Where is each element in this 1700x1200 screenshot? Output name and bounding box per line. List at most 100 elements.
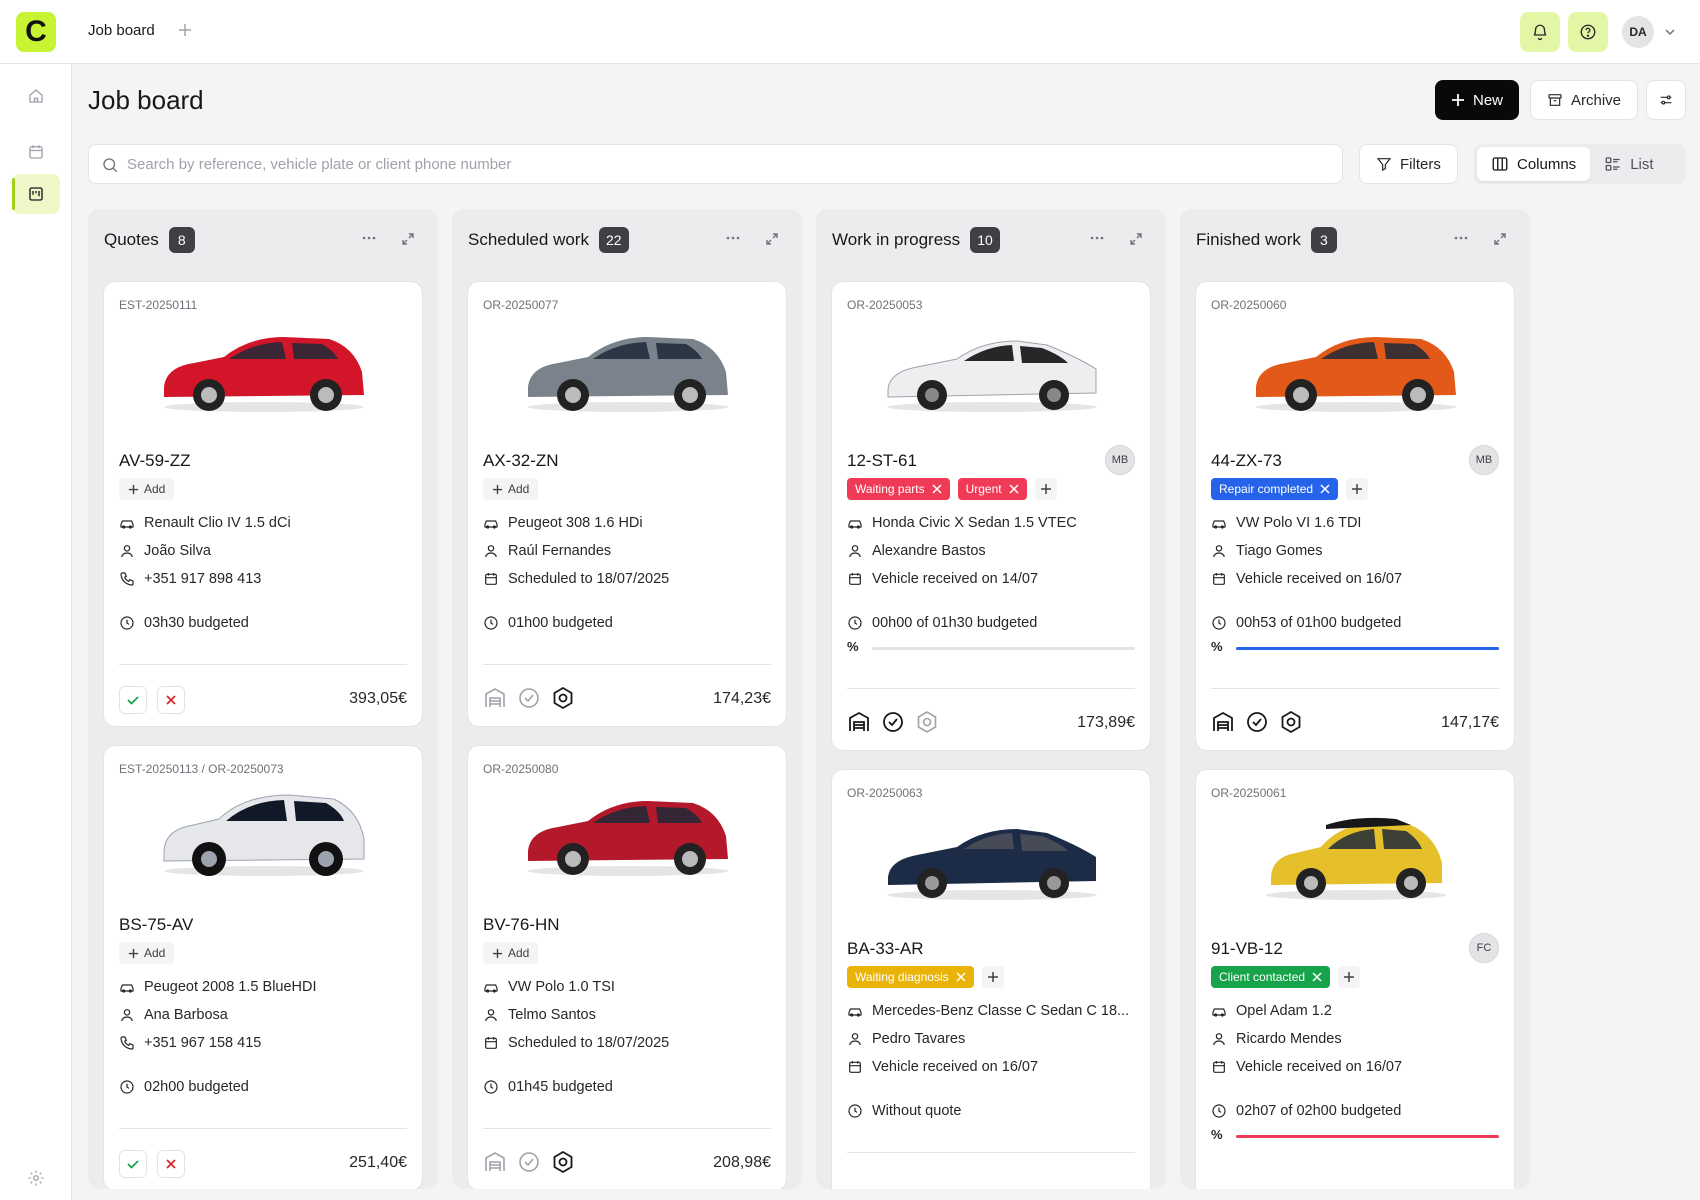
more-options-icon[interactable]: [360, 229, 378, 247]
close-icon[interactable]: [932, 484, 942, 494]
assignee-avatar[interactable]: FC: [1469, 933, 1499, 963]
close-icon[interactable]: [956, 972, 966, 982]
plus-icon: [492, 484, 503, 494]
add-tag-button[interactable]: Add: [483, 942, 539, 964]
received-date-text: Vehicle received on 16/07: [1236, 571, 1403, 587]
vehicle-plate: BS-75-AV: [119, 915, 194, 934]
columns-view-button[interactable]: Columns: [1477, 147, 1591, 181]
settings-adjust-button[interactable]: [1646, 80, 1686, 120]
car-image: [887, 340, 1097, 412]
job-card[interactable]: OR-20250060 44-ZX-73 MB Repair completed…: [1195, 281, 1515, 751]
search-field[interactable]: [88, 144, 1343, 184]
progress-bar: [1236, 1135, 1499, 1138]
parts-hexagon-icon[interactable]: [551, 686, 575, 710]
home-icon: [29, 89, 43, 103]
add-tag-button[interactable]: [1338, 966, 1361, 988]
add-tag-button[interactable]: Add: [119, 478, 175, 500]
garage-icon[interactable]: [483, 686, 507, 710]
more-options-icon[interactable]: [724, 229, 742, 247]
list-view-button[interactable]: List: [1590, 147, 1667, 181]
garage-icon[interactable]: [483, 1150, 507, 1174]
vehicle-plate: 91-VB-12: [1211, 939, 1283, 958]
bell-icon: [1533, 24, 1547, 41]
add-tag-button[interactable]: Add: [483, 478, 539, 500]
tag-list: Add: [483, 478, 539, 500]
tag-client-contacted[interactable]: Client contacted: [1211, 966, 1331, 988]
tag-urgent[interactable]: Urgent: [957, 478, 1027, 500]
tag-list: Client contacted: [1211, 966, 1361, 988]
parts-hexagon-icon[interactable]: [551, 1150, 575, 1174]
job-card[interactable]: OR-20250061 91-VB-12 FC Client contacted…: [1195, 769, 1515, 1189]
vehicle-model-text: VW Polo 1.0 TSI: [508, 979, 615, 995]
help-button[interactable]: [1568, 12, 1608, 52]
expand-icon[interactable]: [764, 231, 780, 247]
expand-icon[interactable]: [400, 231, 416, 247]
close-icon[interactable]: [1009, 484, 1019, 494]
add-tab-icon[interactable]: [176, 21, 194, 39]
plus-icon: [128, 948, 139, 958]
tag-list: Add: [119, 942, 175, 964]
plus-icon: [1344, 972, 1355, 982]
assignee-avatar[interactable]: MB: [1105, 445, 1135, 475]
close-icon[interactable]: [1320, 484, 1330, 494]
reject-button[interactable]: [157, 1150, 185, 1178]
add-tag-button[interactable]: Add: [119, 942, 175, 964]
job-card[interactable]: OR-20250080 BV-76-HN Add VW Polo 1.0 TSI…: [467, 745, 787, 1189]
sidebar-item-home[interactable]: [12, 76, 60, 116]
check-circle-icon[interactable]: [517, 686, 541, 710]
tag-waiting-parts[interactable]: Waiting parts: [847, 478, 950, 500]
user-icon: [1213, 1033, 1225, 1046]
add-tag-button[interactable]: [981, 966, 1004, 988]
notifications-button[interactable]: [1520, 12, 1560, 52]
tag-repair-completed[interactable]: Repair completed: [1211, 478, 1339, 500]
clock-icon: [484, 1080, 498, 1094]
more-options-icon[interactable]: [1088, 229, 1106, 247]
close-icon[interactable]: [1312, 972, 1322, 982]
budget-hours: 02h07 of 02h00 budgeted: [1211, 1103, 1401, 1119]
check-circle-icon[interactable]: [881, 710, 905, 734]
expand-icon[interactable]: [1492, 231, 1508, 247]
garage-icon[interactable]: [847, 710, 871, 734]
user-icon: [121, 545, 133, 558]
filters-button[interactable]: Filters: [1359, 144, 1458, 184]
reject-button[interactable]: [157, 686, 185, 714]
tag-label: Waiting diagnosis: [855, 970, 949, 984]
garage-icon[interactable]: [1211, 710, 1235, 734]
divider: [847, 688, 1135, 689]
parts-hexagon-icon[interactable]: [915, 710, 939, 734]
job-card[interactable]: EST-20250113 / OR-20250073 BS-75-AV Add …: [103, 745, 423, 1189]
archive-button[interactable]: Archive: [1530, 80, 1639, 120]
job-card[interactable]: OR-20250077 AX-32-ZN Add Peugeot 308 1.6…: [467, 281, 787, 727]
job-reference: EST-20250113 / OR-20250073: [119, 762, 284, 776]
calendar-icon: [29, 145, 43, 159]
vehicle-model-text: VW Polo VI 1.6 TDI: [1236, 515, 1362, 531]
job-card[interactable]: OR-20250053 12-ST-61 MB Waiting parts Ur…: [831, 281, 1151, 751]
tab-job-board[interactable]: Job board: [88, 22, 155, 39]
tag-waiting-diagnosis[interactable]: Waiting diagnosis: [847, 966, 974, 988]
sidebar-item-job-board[interactable]: [12, 174, 60, 214]
parts-hexagon-icon[interactable]: [1279, 710, 1303, 734]
car-image: [1266, 817, 1446, 900]
sidebar-item-settings[interactable]: [12, 1158, 60, 1198]
approve-button[interactable]: [119, 1150, 147, 1178]
add-tag-button[interactable]: [1034, 478, 1057, 500]
assignee-avatar[interactable]: MB: [1469, 445, 1499, 475]
check-circle-icon[interactable]: [517, 1150, 541, 1174]
chevron-down-icon[interactable]: [1661, 23, 1679, 41]
job-card[interactable]: OR-20250063 BA-33-AR Waiting diagnosis M…: [831, 769, 1151, 1189]
expand-icon[interactable]: [1128, 231, 1144, 247]
user-avatar[interactable]: DA: [1622, 16, 1654, 48]
search-input[interactable]: [127, 145, 1327, 183]
budget-hours: 03h30 budgeted: [119, 615, 249, 631]
new-button[interactable]: New: [1435, 80, 1520, 120]
app-logo[interactable]: C: [16, 12, 56, 52]
more-options-icon[interactable]: [1452, 229, 1470, 247]
approve-button[interactable]: [119, 686, 147, 714]
clock-icon: [848, 1104, 862, 1118]
sidebar-item-calendar[interactable]: [12, 132, 60, 172]
job-card[interactable]: EST-20250111 AV-59-ZZ Add Renault Clio I…: [103, 281, 423, 727]
vehicle-model-text: Renault Clio IV 1.5 dCi: [144, 515, 291, 531]
add-tag-button[interactable]: [1346, 478, 1369, 500]
plus-icon: [1452, 94, 1464, 106]
check-circle-icon[interactable]: [1245, 710, 1269, 734]
